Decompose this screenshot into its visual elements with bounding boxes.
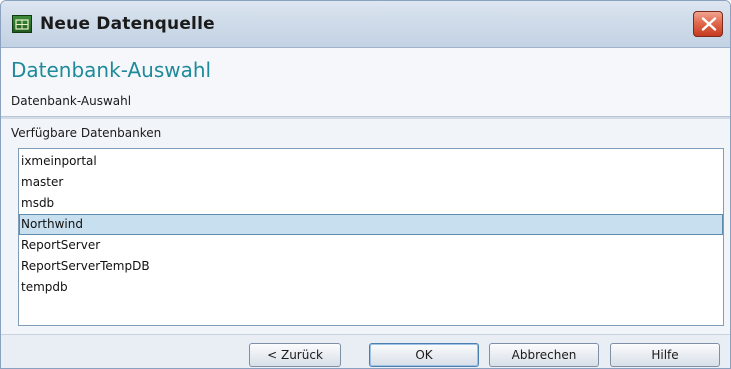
database-item-master[interactable]: master — [19, 172, 723, 193]
ok-button[interactable]: OK — [369, 343, 479, 367]
database-item-reportserver[interactable]: ReportServer — [19, 235, 723, 256]
close-icon — [701, 17, 717, 31]
database-item-tempdb[interactable]: tempdb — [19, 277, 723, 298]
database-app-icon — [12, 15, 32, 33]
dialog-window: Neue Datenquelle Datenbank-Auswahl Daten… — [0, 0, 731, 369]
title-bar[interactable]: Neue Datenquelle — [1, 1, 730, 48]
database-list-label: Verfügbare Datenbanken — [11, 126, 162, 140]
database-item-northwind[interactable]: Northwind — [19, 214, 723, 235]
close-button[interactable] — [693, 11, 723, 37]
window-title: Neue Datenquelle — [40, 14, 215, 34]
content-panel: Verfügbare Datenbanken ixmeinportal mast… — [1, 119, 730, 334]
page-subtitle: Datenbank-Auswahl — [11, 94, 132, 108]
wizard-header: Datenbank-Auswahl Datenbank-Auswahl — [1, 48, 730, 116]
back-button[interactable]: < Zurück — [249, 343, 341, 367]
cancel-button[interactable]: Abbrechen — [489, 343, 599, 367]
button-bar: < Zurück OK Abbrechen Hilfe — [1, 334, 730, 368]
help-button[interactable]: Hilfe — [610, 343, 720, 367]
database-item-ixmeinportal[interactable]: ixmeinportal — [19, 151, 723, 172]
database-item-msdb[interactable]: msdb — [19, 193, 723, 214]
page-title: Datenbank-Auswahl — [11, 58, 212, 82]
database-list[interactable]: ixmeinportal master msdb Northwind Repor… — [18, 148, 724, 326]
database-item-reportservertempdb[interactable]: ReportServerTempDB — [19, 256, 723, 277]
